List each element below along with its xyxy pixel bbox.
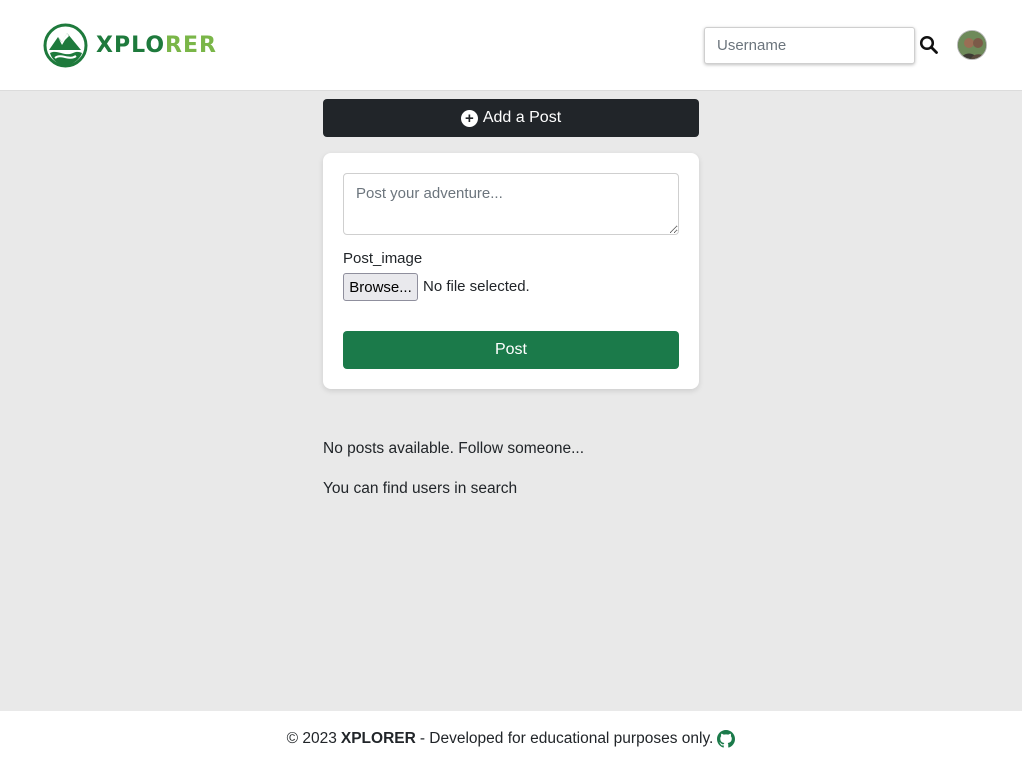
- search-icon: [919, 35, 938, 54]
- plus-circle-icon: +: [460, 109, 478, 127]
- post-image-label: Post_image: [343, 250, 423, 267]
- add-post-button[interactable]: + Add a Post: [323, 99, 699, 137]
- brand-logo[interactable]: XPLORER: [43, 23, 217, 68]
- footer-copyright: © 2023: [286, 729, 337, 747]
- search-button[interactable]: [918, 35, 940, 57]
- search-hint-message: You can find users in search: [323, 480, 518, 497]
- footer-tagline: - Developed for educational purposes onl…: [419, 729, 714, 747]
- browse-file-button[interactable]: Browse...: [343, 273, 418, 301]
- post-composer-card: Post_image Browse... No file selected. P…: [323, 153, 699, 389]
- brand-name-part2: RER: [165, 33, 217, 58]
- add-post-label: Add a Post: [482, 109, 562, 126]
- file-status-text: No file selected.: [423, 278, 530, 295]
- user-avatar[interactable]: [957, 30, 987, 60]
- avatar-photo: [958, 31, 986, 59]
- brand-name-part1: XPLO: [96, 33, 166, 58]
- github-icon[interactable]: [717, 729, 736, 748]
- mountain-logo-icon: [43, 23, 88, 68]
- footer-brand: XPLORER: [340, 729, 416, 747]
- submit-post-button[interactable]: Post: [343, 331, 679, 369]
- post-text-input[interactable]: [343, 173, 679, 235]
- top-navbar: XPLORER: [0, 0, 1022, 91]
- brand-name: XPLORER: [96, 33, 217, 58]
- username-search-input[interactable]: [704, 27, 915, 64]
- page-footer: © 2023 XPLORER - Developed for education…: [0, 711, 1022, 766]
- empty-feed-message: No posts available. Follow someone...: [323, 440, 585, 457]
